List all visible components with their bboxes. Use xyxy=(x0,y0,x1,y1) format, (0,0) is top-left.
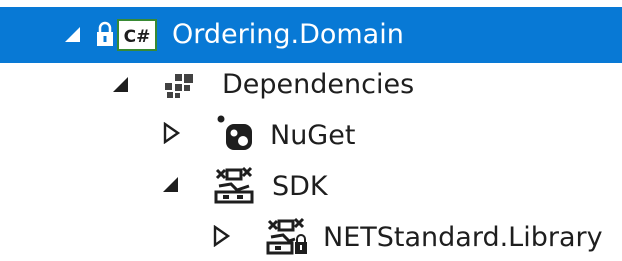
collapsed-arrow-icon[interactable] xyxy=(160,122,182,144)
tree-item-label: Ordering.Domain xyxy=(172,19,404,50)
tree-item-label: SDK xyxy=(272,171,328,202)
collapsed-arrow-icon[interactable] xyxy=(210,225,232,247)
csharp-project-icon: C# xyxy=(117,19,157,51)
nuget-icon xyxy=(216,114,256,154)
csharp-badge-text: C# xyxy=(124,27,151,47)
tree-item-ordering-domain[interactable]: C# Ordering.Domain xyxy=(0,7,622,63)
solution-explorer-tree: C# Ordering.Domain Dependencies NuGet SD… xyxy=(0,0,622,261)
tree-item-sdk[interactable]: SDK xyxy=(0,160,622,212)
tree-item-dependencies[interactable]: Dependencies xyxy=(0,58,622,110)
sdk-package-icon xyxy=(265,217,309,257)
tree-item-label: NuGet xyxy=(270,120,356,151)
sdk-icon xyxy=(213,166,255,204)
tree-item-label: Dependencies xyxy=(222,69,415,100)
expanded-arrow-icon[interactable] xyxy=(62,24,84,46)
lock-icon xyxy=(95,19,115,49)
tree-item-netstandard-library[interactable]: NETStandard.Library xyxy=(0,211,622,261)
tree-item-nuget[interactable]: NuGet xyxy=(0,108,622,160)
tree-item-label: NETStandard.Library xyxy=(323,222,603,253)
expanded-arrow-icon[interactable] xyxy=(160,174,182,196)
expanded-arrow-icon[interactable] xyxy=(110,74,132,96)
dependencies-icon xyxy=(163,72,195,100)
